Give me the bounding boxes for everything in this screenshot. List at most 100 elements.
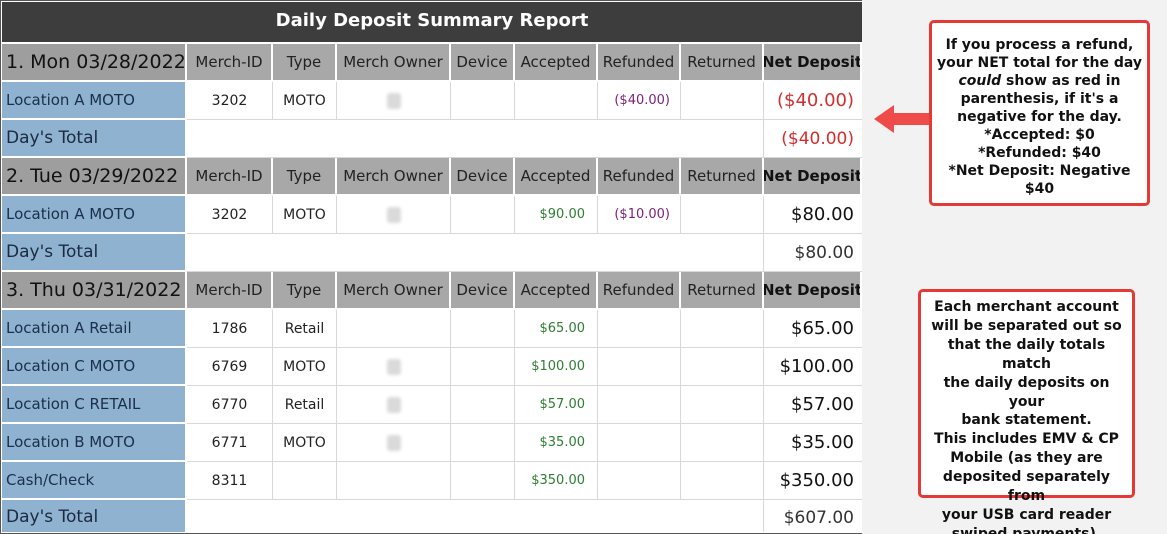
col-device[interactable]: Device [451, 272, 515, 310]
returned-value [681, 310, 764, 348]
day-date: 2. Tue 03/29/2022 [2, 158, 187, 196]
returned-value [681, 386, 764, 424]
device-value [451, 348, 515, 386]
merch-owner-value [337, 424, 451, 462]
merch-owner-value [337, 348, 451, 386]
arrow-left-icon [874, 105, 932, 133]
location-name[interactable]: Location C MOTO [2, 348, 187, 386]
merch-id-value: 3202 [187, 196, 273, 234]
col-refunded[interactable]: Refunded [598, 272, 681, 310]
type-value: MOTO [273, 196, 337, 234]
col-net-deposit[interactable]: Net Deposit [764, 272, 862, 310]
device-value [451, 424, 515, 462]
net-deposit-value: $350.00 [764, 462, 862, 500]
net-deposit-value: $57.00 [764, 386, 862, 424]
callout-text: Each merchant account [934, 299, 1119, 315]
day-header-row: 3. Thu 03/31/2022 Merch-ID Type Merch Ow… [2, 272, 862, 310]
redacted-owner [386, 92, 401, 109]
redacted-owner [386, 358, 401, 375]
col-type[interactable]: Type [273, 158, 337, 196]
col-type[interactable]: Type [273, 44, 337, 82]
merch-owner-value [337, 462, 451, 500]
accepted-value: $35.00 [515, 424, 598, 462]
col-merch-owner[interactable]: Merch Owner [337, 158, 451, 196]
day-total-label: Day's Total [2, 120, 187, 158]
table-row[interactable]: Location C RETAIL 6770 Retail $57.00 $57… [2, 386, 862, 424]
table-row[interactable]: Location C MOTO 6769 MOTO $100.00 $100.0… [2, 348, 862, 386]
type-value [273, 462, 337, 500]
day-total-spacer [187, 120, 764, 158]
redacted-owner [386, 396, 401, 413]
day-date: 1. Mon 03/28/2022 [2, 44, 187, 82]
day-total-value: ($40.00) [764, 120, 862, 158]
merch-id-value: 6769 [187, 348, 273, 386]
callout-text: could show as red in [936, 72, 1143, 90]
callout-emphasis: could [958, 73, 1002, 89]
col-merch-id[interactable]: Merch-ID [187, 272, 273, 310]
net-deposit-value: $65.00 [764, 310, 862, 348]
accepted-value: $350.00 [515, 462, 598, 500]
merch-owner-value [337, 386, 451, 424]
refunded-value: ($10.00) [598, 196, 681, 234]
col-type[interactable]: Type [273, 272, 337, 310]
location-name[interactable]: Cash/Check [2, 462, 187, 500]
col-accepted[interactable]: Accepted [515, 44, 598, 82]
table-row[interactable]: Location B MOTO 6771 MOTO $35.00 $35.00 [2, 424, 862, 462]
refunded-value [598, 424, 681, 462]
col-merch-id[interactable]: Merch-ID [187, 44, 273, 82]
col-refunded[interactable]: Refunded [598, 158, 681, 196]
col-merch-owner[interactable]: Merch Owner [337, 272, 451, 310]
callout-text: show as red in [1001, 73, 1121, 89]
callout-text: swiped payments). [951, 525, 1102, 534]
table-row[interactable]: Location A MOTO 3202 MOTO ($40.00) ($40.… [2, 82, 862, 120]
returned-value [681, 424, 764, 462]
callout-text: will be separated out so [931, 317, 1122, 334]
callout-text: the daily deposits on your [943, 374, 1110, 410]
table-row[interactable]: Location A MOTO 3202 MOTO $90.00 ($10.00… [2, 196, 862, 234]
returned-value [681, 462, 764, 500]
callout-text: your NET total for the day [937, 55, 1142, 71]
device-value [451, 462, 515, 500]
merch-owner-value [337, 82, 451, 120]
col-returned[interactable]: Returned [681, 158, 764, 196]
location-name[interactable]: Location A Retail [2, 310, 187, 348]
day-total-value: $80.00 [764, 234, 862, 272]
day-total-spacer [187, 500, 764, 532]
col-accepted[interactable]: Accepted [515, 158, 598, 196]
location-name[interactable]: Location A MOTO [2, 196, 187, 234]
col-net-deposit[interactable]: Net Deposit [764, 44, 862, 82]
accepted-value: $57.00 [515, 386, 598, 424]
day-total-spacer [187, 234, 764, 272]
redacted-owner [386, 206, 401, 223]
col-refunded[interactable]: Refunded [598, 44, 681, 82]
refunded-value [598, 386, 681, 424]
col-net-deposit[interactable]: Net Deposit [764, 158, 862, 196]
col-device[interactable]: Device [451, 158, 515, 196]
merchant-callout: Each merchant account will be separated … [918, 289, 1135, 534]
col-returned[interactable]: Returned [681, 44, 764, 82]
day-date: 3. Thu 03/31/2022 [2, 272, 187, 310]
col-merch-owner[interactable]: Merch Owner [337, 44, 451, 82]
col-returned[interactable]: Returned [681, 272, 764, 310]
device-value [451, 310, 515, 348]
net-deposit-value: $100.00 [764, 348, 862, 386]
returned-value [681, 196, 764, 234]
location-name[interactable]: Location B MOTO [2, 424, 187, 462]
returned-value [681, 82, 764, 120]
refunded-value [598, 310, 681, 348]
col-device[interactable]: Device [451, 44, 515, 82]
col-merch-id[interactable]: Merch-ID [187, 158, 273, 196]
callout-text: bank statement. [961, 412, 1092, 429]
col-accepted[interactable]: Accepted [515, 272, 598, 310]
type-value: MOTO [273, 82, 337, 120]
refund-callout: If you process a refund, your NET total … [929, 20, 1150, 206]
refunded-value: ($40.00) [598, 82, 681, 120]
table-row[interactable]: Location A Retail 1786 Retail $65.00 $65… [2, 310, 862, 348]
table-row[interactable]: Cash/Check 8311 $350.00 $350.00 [2, 462, 862, 500]
day-header-row: 1. Mon 03/28/2022 Merch-ID Type Merch Ow… [2, 44, 862, 82]
callout-text: deposited separately from [942, 469, 1111, 505]
merch-id-value: 6770 [187, 386, 273, 424]
day-total-row: Day's Total $80.00 [2, 234, 862, 272]
location-name[interactable]: Location C RETAIL [2, 386, 187, 424]
location-name[interactable]: Location A MOTO [2, 82, 187, 120]
